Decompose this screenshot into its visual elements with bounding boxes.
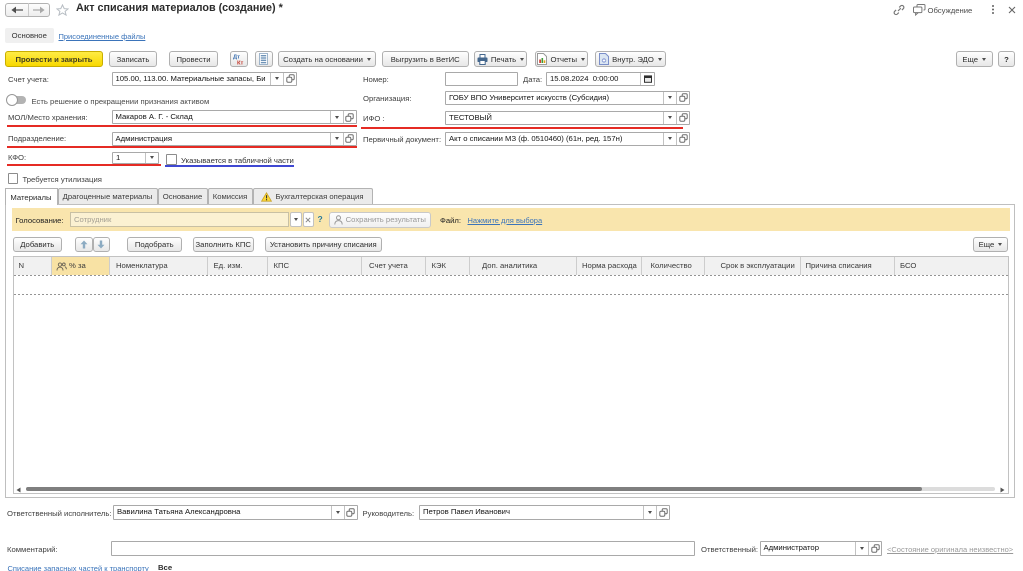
svg-text:Кт: Кт xyxy=(237,61,244,66)
